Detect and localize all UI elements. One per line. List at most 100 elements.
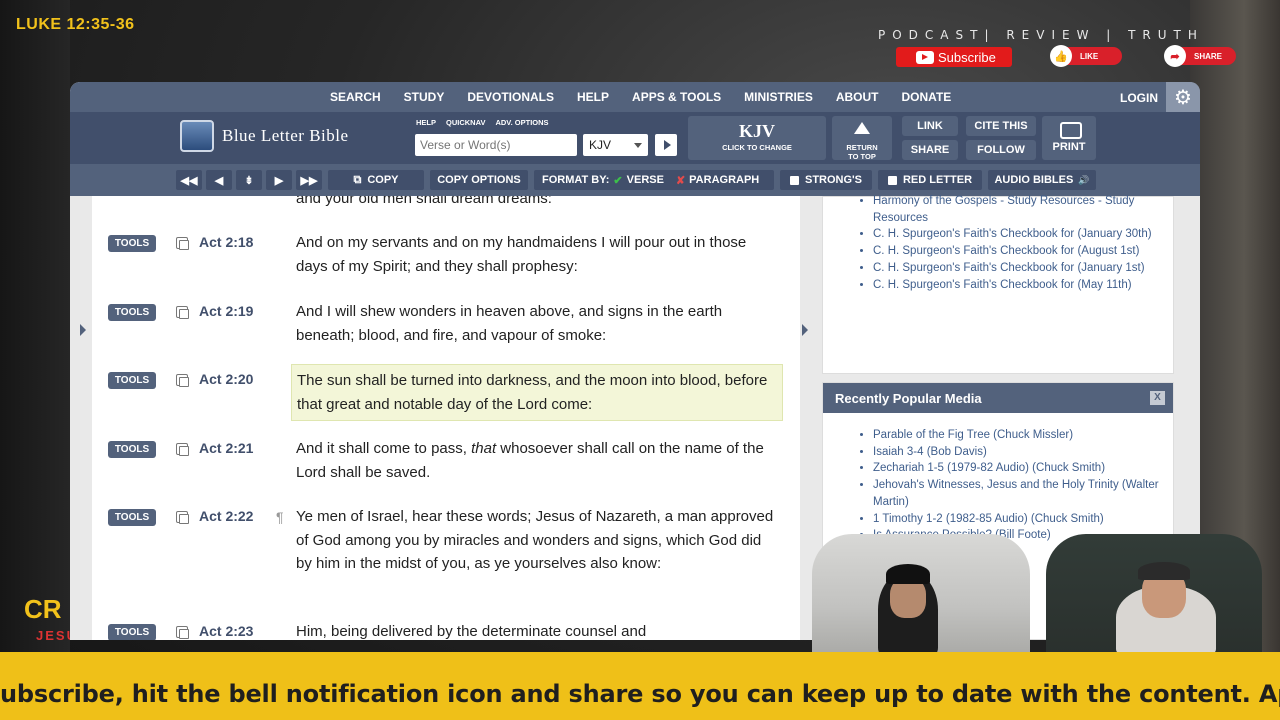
copy-options-button[interactable]: COPY OPTIONS — [430, 170, 528, 190]
expand-right-arrow-icon[interactable] — [802, 324, 808, 336]
webcam-feed-guest — [1046, 534, 1262, 656]
share-arrow-icon: ➦ — [1164, 45, 1186, 67]
verse-tools-button[interactable]: TOOLS — [108, 304, 156, 321]
gear-icon[interactable]: ⚙ — [1166, 82, 1200, 112]
top-nav-apps-tools[interactable]: APPS & TOOLS — [632, 90, 721, 104]
verse-reference-link[interactable]: Act 2:23 — [199, 623, 253, 639]
verse-partial-text: and your old men shall dream dreams: — [296, 196, 552, 207]
verse-reference-link[interactable]: Act 2:18 — [199, 234, 253, 250]
top-nav-donate[interactable]: DONATE — [902, 90, 952, 104]
media-link[interactable]: Parable of the Fig Tree (Chuck Missler) — [873, 427, 1173, 444]
verse-text-highlighted: The sun shall be turned into darkness, a… — [291, 364, 783, 421]
strongs-label: STRONG'S — [804, 174, 862, 186]
return-line2: TO TOP — [848, 152, 876, 161]
top-nav-help[interactable]: HELP — [577, 90, 609, 104]
bible-logo-icon — [180, 120, 214, 152]
share-overlay-button[interactable]: ➦ SHARE — [1164, 45, 1236, 67]
verse-reference-link[interactable]: Act 2:22 — [199, 508, 253, 524]
red-letter-toggle[interactable]: RED LETTER — [878, 170, 982, 190]
resource-link[interactable]: C. H. Spurgeon's Faith's Checkbook for (… — [873, 243, 1173, 260]
version-select-value: KJV — [589, 138, 612, 152]
adv-options-mini-link[interactable]: ADV. OPTIONS — [495, 118, 548, 127]
audio-bibles-label: AUDIO BIBLES — [994, 174, 1074, 186]
copy-verse-icon[interactable] — [176, 237, 189, 250]
copy-verse-icon[interactable] — [176, 306, 189, 319]
follow-button[interactable]: FOLLOW — [966, 140, 1036, 160]
copy-verse-icon[interactable] — [176, 443, 189, 456]
quicknav-mini-link[interactable]: QUICKNAV — [446, 118, 485, 127]
print-button[interactable]: PRINT — [1042, 116, 1096, 160]
help-mini-link[interactable]: HELP — [416, 118, 436, 127]
first-chapter-button[interactable]: ◀◀ — [176, 170, 202, 190]
verse-text: And on my servants and on my handmaidens… — [296, 234, 747, 275]
speaker-icon: 🔊 — [1078, 174, 1090, 185]
resource-link[interactable]: C. H. Spurgeon's Faith's Checkbook for (… — [873, 260, 1173, 277]
expand-left-arrow-icon[interactable] — [80, 324, 86, 336]
next-chapter-button[interactable]: ▶ — [266, 170, 292, 190]
copy-label: COPY — [367, 174, 399, 186]
top-nav-search[interactable]: SEARCH — [330, 90, 381, 104]
webcam-feed-host — [812, 534, 1030, 656]
subscribe-button[interactable]: Subscribe — [896, 47, 1012, 67]
top-nav-devotionals[interactable]: DEVOTIONALS — [467, 90, 554, 104]
version-change-button[interactable]: KJV CLICK TO CHANGE — [688, 116, 826, 160]
check-icon[interactable]: ✔ — [613, 174, 622, 187]
link-button[interactable]: LINK — [902, 116, 958, 136]
overlay-tagline: PODCAST| REVIEW | TRUTH — [878, 28, 1204, 42]
resources-panel: Harmony of the Gospels - Study Resources… — [822, 193, 1174, 374]
version-big-label: KJV — [739, 121, 775, 141]
logo-text: Blue Letter Bible — [222, 126, 349, 145]
verse-tools-button[interactable]: TOOLS — [108, 624, 156, 640]
paragraph-format-option[interactable]: PARAGRAPH — [689, 174, 759, 186]
popular-media-title: Recently Popular Media — [835, 391, 982, 406]
last-chapter-button[interactable]: ▶▶ — [296, 170, 322, 190]
verse-reference-link[interactable]: Act 2:21 — [199, 440, 253, 456]
previous-chapter-button[interactable]: ◀ — [206, 170, 232, 190]
like-button[interactable]: 👍 LIKE — [1050, 45, 1122, 67]
copy-verse-icon[interactable] — [176, 511, 189, 524]
jump-down-button[interactable]: ⇟ — [236, 170, 262, 190]
media-link[interactable]: Jehovah's Witnesses, Jesus and the Holy … — [873, 477, 1173, 510]
verse-tools-button[interactable]: TOOLS — [108, 441, 156, 458]
strongs-toggle[interactable]: STRONG'S — [780, 170, 872, 190]
top-nav-links: SEARCH STUDY DEVOTIONALS HELP APPS & TOOLS MI… — [330, 82, 974, 112]
top-nav-about[interactable]: ABOUT — [836, 90, 879, 104]
blb-logo[interactable]: Blue Letter Bible — [180, 120, 349, 152]
return-to-top-button[interactable]: RETURN TO TOP — [832, 116, 892, 161]
strongs-checkbox[interactable] — [789, 175, 799, 185]
search-input[interactable] — [415, 134, 577, 156]
copy-verse-icon[interactable] — [176, 374, 189, 387]
verse-tools-button[interactable]: TOOLS — [108, 509, 156, 526]
verse-reference-link[interactable]: Act 2:19 — [199, 303, 253, 319]
top-nav-study[interactable]: STUDY — [404, 90, 445, 104]
media-link[interactable]: Zechariah 1-5 (1979-82 Audio) (Chuck Smi… — [873, 460, 1173, 477]
resource-link[interactable]: Harmony of the Gospels - Study Resources… — [873, 193, 1173, 226]
verse-text: Ye men of Israel, hear these words; Jesu… — [296, 508, 774, 572]
red-letter-checkbox[interactable] — [887, 175, 897, 185]
close-icon[interactable]: X — [1150, 391, 1165, 405]
media-link[interactable]: Isaiah 3-4 (Bob Davis) — [873, 444, 1173, 461]
copy-button[interactable]: ⧉ COPY — [328, 170, 424, 190]
audio-bibles-button[interactable]: AUDIO BIBLES 🔊 — [988, 170, 1096, 190]
verse-tools-button[interactable]: TOOLS — [108, 372, 156, 389]
subscribe-label: Subscribe — [938, 49, 996, 65]
verse-text-part: And it shall come to pass, — [296, 440, 472, 457]
copy-verse-icon[interactable] — [176, 626, 189, 639]
search-go-button[interactable] — [655, 134, 677, 156]
verse-tools-button[interactable]: TOOLS — [108, 235, 156, 252]
media-link[interactable]: 1 Timothy 1-2 (1982-85 Audio) (Chuck Smi… — [873, 511, 1173, 528]
verse-format-option[interactable]: VERSE — [627, 174, 664, 186]
version-select[interactable]: KJV — [583, 134, 648, 156]
cite-this-button[interactable]: CITE THIS — [966, 116, 1036, 136]
resource-link[interactable]: C. H. Spurgeon's Faith's Checkbook for (… — [873, 277, 1173, 294]
cross-icon[interactable]: ✘ — [676, 174, 685, 187]
resource-link[interactable]: C. H. Spurgeon's Faith's Checkbook for (… — [873, 226, 1173, 243]
verse-reference-link[interactable]: Act 2:20 — [199, 371, 253, 387]
share-button[interactable]: SHARE — [902, 140, 958, 160]
login-link[interactable]: LOGIN — [1120, 91, 1158, 105]
chevron-down-icon — [634, 143, 642, 148]
print-label: PRINT — [1052, 141, 1086, 153]
verse-text-italic: that — [471, 440, 497, 457]
host-face — [890, 578, 926, 618]
top-nav-ministries[interactable]: MINISTRIES — [744, 90, 813, 104]
